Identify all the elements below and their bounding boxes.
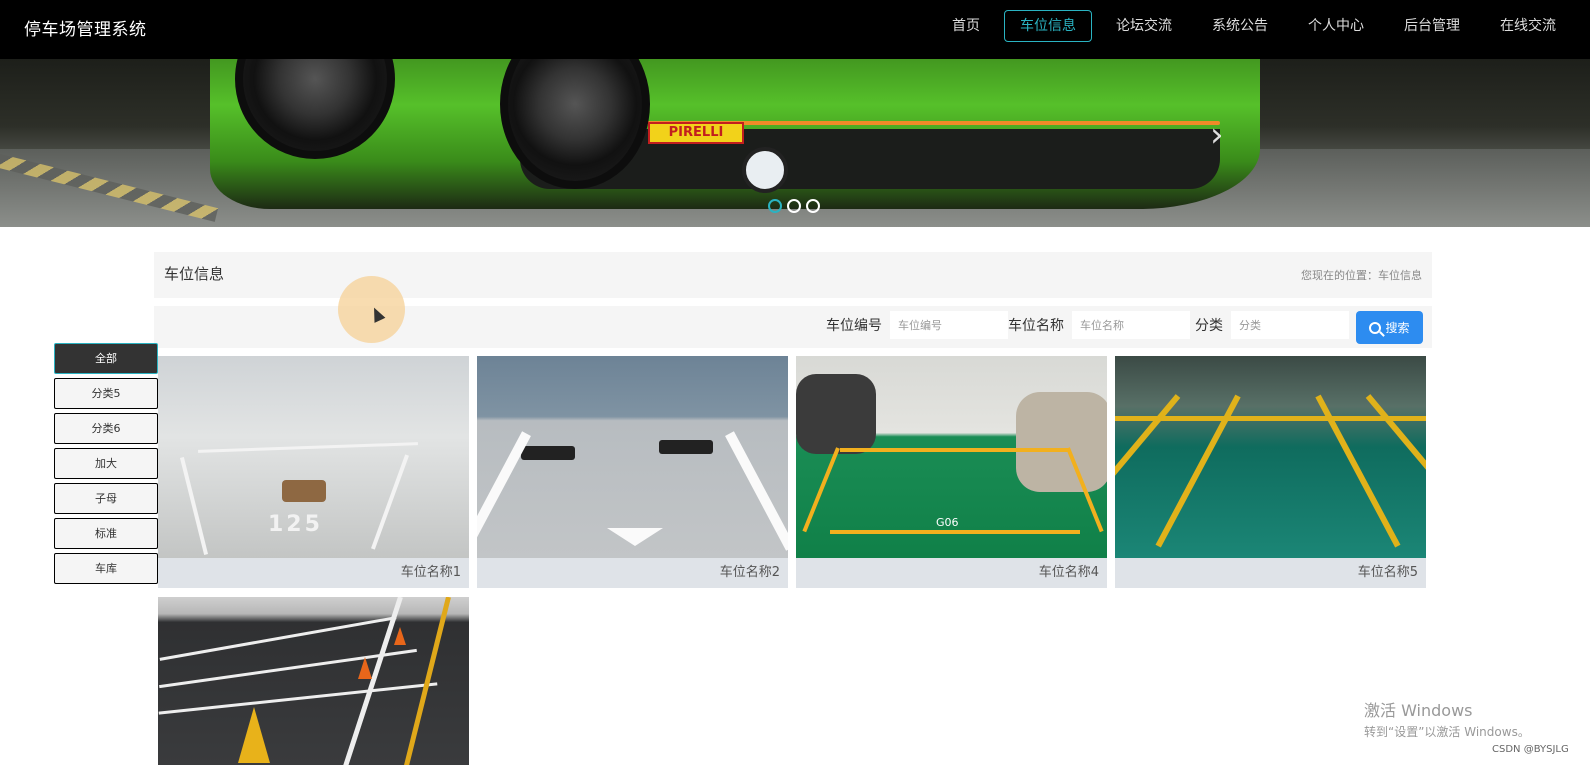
parking-card-name: 车位名称4 <box>796 558 1107 588</box>
nav-home[interactable]: 首页 <box>936 10 996 42</box>
parking-card-image <box>477 356 788 558</box>
windows-activation-watermark: 激活 Windows 转到“设置”以激活 Windows。 <box>1364 697 1530 740</box>
page-title: 车位信息 <box>164 265 225 283</box>
search-icon <box>1369 321 1382 334</box>
search-category-label: 分类 <box>1195 318 1223 334</box>
search-category-group: 分类 <box>1195 311 1349 339</box>
search-name-group: 车位名称 <box>1008 311 1190 339</box>
parking-card-name: 车位名称5 <box>1115 558 1426 588</box>
category-item[interactable]: 子母 <box>54 483 158 514</box>
category-item[interactable]: 标准 <box>54 518 158 549</box>
search-button-label: 搜索 <box>1385 321 1410 335</box>
nav-announcements[interactable]: 系统公告 <box>1196 10 1284 42</box>
parking-card-image <box>1115 356 1426 558</box>
category-item[interactable]: 加大 <box>54 448 158 479</box>
csdn-credit: CSDN @BYSJLG <box>1492 744 1569 755</box>
site-title[interactable]: 停车场管理系统 <box>24 15 147 40</box>
banner-carousel[interactable]: PIRELLI › <box>0 59 1590 227</box>
nav-forum[interactable]: 论坛交流 <box>1100 10 1188 42</box>
parking-card[interactable]: 125 车位名称1 <box>158 356 469 588</box>
search-category-input[interactable] <box>1231 311 1349 339</box>
category-item[interactable]: 车库 <box>54 553 158 584</box>
nav-parking-info[interactable]: 车位信息 <box>1004 10 1092 42</box>
parking-card-image: G06 <box>796 356 1107 558</box>
carousel-dots <box>768 199 820 213</box>
parking-card[interactable]: 车位名称2 <box>477 356 788 588</box>
nav-personal-center[interactable]: 个人中心 <box>1292 10 1380 42</box>
breadcrumb-position: 您现在的位置：车位信息 <box>1301 269 1422 282</box>
watermark-title: 激活 Windows <box>1364 701 1473 720</box>
search-button[interactable]: 搜索 <box>1356 311 1423 344</box>
parking-card-name: 车位名称2 <box>477 558 788 588</box>
nav-admin[interactable]: 后台管理 <box>1388 10 1476 42</box>
parking-card[interactable] <box>158 597 469 765</box>
parking-card-image <box>158 597 469 765</box>
search-name-label: 车位名称 <box>1008 318 1064 334</box>
car-badge-icon <box>742 147 788 193</box>
pirelli-logo: PIRELLI <box>648 122 744 144</box>
carousel-dot-1[interactable] <box>768 199 782 213</box>
carousel-dot-3[interactable] <box>806 199 820 213</box>
search-code-input[interactable] <box>890 311 1008 339</box>
nav-online-chat[interactable]: 在线交流 <box>1484 10 1572 42</box>
category-all[interactable]: 全部 <box>54 343 158 374</box>
spot-number: G06 <box>936 516 959 529</box>
carousel-dot-2[interactable] <box>787 199 801 213</box>
search-code-label: 车位编号 <box>826 318 882 334</box>
parking-card-image: 125 <box>158 356 469 558</box>
category-sidebar: 全部 分类5 分类6 加大 子母 标准 车库 <box>54 343 158 588</box>
spot-number: 125 <box>268 512 323 537</box>
category-item[interactable]: 分类5 <box>54 378 158 409</box>
parking-card[interactable]: 车位名称5 <box>1115 356 1426 588</box>
category-item[interactable]: 分类6 <box>54 413 158 444</box>
top-navbar: 停车场管理系统 首页 车位信息 论坛交流 系统公告 个人中心 后台管理 在线交流 <box>0 0 1590 59</box>
carousel-next-icon[interactable]: › <box>1210 115 1224 155</box>
watermark-subtitle: 转到“设置”以激活 Windows。 <box>1364 725 1530 739</box>
parking-card-name: 车位名称1 <box>158 558 469 588</box>
search-name-input[interactable] <box>1072 311 1190 339</box>
search-code-group: 车位编号 <box>826 311 1008 339</box>
main-nav: 首页 车位信息 论坛交流 系统公告 个人中心 后台管理 在线交流 <box>928 10 1572 42</box>
parking-card[interactable]: G06 车位名称4 <box>796 356 1107 588</box>
